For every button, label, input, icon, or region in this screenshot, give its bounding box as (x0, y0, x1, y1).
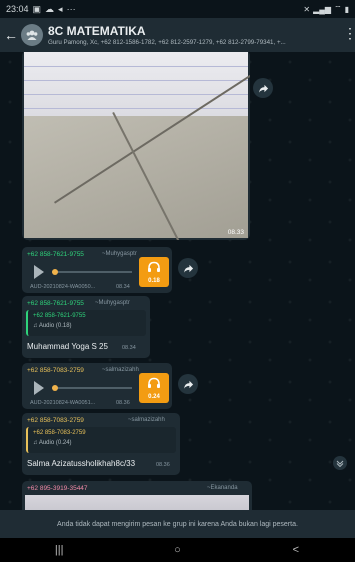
message-text: Muhammad Yoga S 25 (27, 342, 108, 351)
back-button[interactable]: < (276, 544, 316, 556)
audio-duration: 0.18 (148, 278, 160, 284)
send-icon: ◂ (58, 3, 63, 14)
sender-phone[interactable]: +62 895-3919-35447 (27, 485, 88, 492)
chat-title-box[interactable]: 8C MATEMATIKA Guru Pamong, Xc, +62 812-1… (48, 24, 338, 47)
sender-alias: ~Muhygasptr (95, 300, 130, 306)
sender-alias: ~salmazizahh (128, 417, 165, 423)
play-icon[interactable] (34, 381, 44, 395)
menu-icon[interactable]: ⋮ (343, 26, 355, 40)
chat-participants: Guru Pamong, Xc, +62 812-1586-1782, +62 … (48, 38, 286, 46)
audio-filename: AUD-20210824-WA0051... (30, 400, 96, 406)
sender-phone[interactable]: +62 858-7083-2759 (27, 417, 84, 424)
message-time: 08.34 (116, 284, 130, 290)
floor-line (112, 112, 205, 240)
sender-alias: ~salmazizahh (102, 367, 139, 373)
sender-alias: ~Muhygasptr (102, 251, 137, 257)
image-icon: ▣ (32, 3, 42, 14)
message-time: 08.36 (116, 400, 130, 406)
paper-in-photo (24, 52, 248, 116)
system-navbar: ||| ○ < (0, 538, 355, 562)
mute-icon: ✕ (303, 4, 311, 14)
sender-alias: ~Ekananda (207, 485, 238, 491)
forward-icon[interactable] (253, 78, 273, 98)
audio-message[interactable]: +62 858-7083-2759 ~salmazizahh AUD-20210… (22, 363, 172, 409)
headphones-icon: 0.24 (139, 373, 169, 403)
quoted-sender: +62 858-7621-9755 (33, 313, 86, 319)
sender-phone[interactable]: +62 858-7621-9755 (27, 251, 84, 258)
notice-text: Anda tidak dapat mengirim pesan ke grup … (57, 520, 298, 528)
forward-icon[interactable] (178, 374, 198, 394)
group-avatar-icon[interactable] (21, 24, 43, 46)
message-text: Salma Azizatussholikhah8c/33 (27, 459, 136, 468)
quoted-audio: ♫ Audio (0.18) (33, 323, 72, 329)
reply-message[interactable]: +62 858-7621-9755 ~Muhygasptr +62 858-76… (22, 296, 150, 358)
partial-message[interactable]: +62 895-3919-35447 ~Ekananda (22, 481, 252, 510)
wifi-icon: ⌔ (334, 4, 342, 13)
forward-icon[interactable] (178, 258, 198, 278)
quoted-message[interactable]: +62 858-7621-9755 ♫ Audio (0.18) (26, 310, 146, 336)
reply-message[interactable]: +62 858-7083-2759 ~salmazizahh +62 858-7… (22, 413, 180, 475)
message-time: 08.33 (227, 229, 244, 236)
message-time: 08.34 (122, 345, 136, 351)
cloud-icon: ☁ (45, 3, 55, 14)
message-time: 08.36 (156, 462, 170, 468)
footer-notice: Anda tidak dapat mengirim pesan ke grup … (0, 510, 355, 538)
photo-preview[interactable] (25, 495, 249, 510)
back-arrow-icon[interactable]: ← (3, 27, 19, 43)
quoted-text: Audio (0.18) (38, 323, 72, 329)
image-message[interactable]: 08.33 (22, 52, 250, 240)
status-bar: 23:04 ▣ ☁ ◂ ··· ✕ ▂▄▆ ⌔ ▮ (0, 0, 355, 18)
status-time: 23:04 (6, 4, 29, 14)
home-button[interactable]: ○ (157, 544, 197, 556)
audio-seek-handle[interactable] (52, 269, 58, 275)
quoted-text: Audio (0.24) (38, 440, 72, 446)
quoted-audio: ♫ Audio (0.24) (33, 440, 72, 446)
audio-duration: 0.24 (148, 394, 160, 400)
audio-seek-handle[interactable] (52, 385, 58, 391)
chat-area[interactable]: 08.33 +62 858-7621-9755 ~Muhygasptr AUD-… (0, 52, 355, 510)
sender-phone[interactable]: +62 858-7621-9755 (27, 300, 84, 307)
audio-filename: AUD-20210824-WA0050... (30, 284, 96, 290)
more-icon: ··· (66, 4, 76, 14)
quoted-message[interactable]: +62 858-7083-2759 ♫ Audio (0.24) (26, 427, 176, 453)
audio-message[interactable]: +62 858-7621-9755 ~Muhygasptr AUD-202108… (22, 247, 172, 293)
recents-button[interactable]: ||| (39, 544, 79, 556)
photo[interactable] (24, 52, 250, 240)
headphones-icon: 0.18 (139, 257, 169, 287)
quoted-sender: +62 858-7083-2759 (33, 430, 86, 436)
chat-title: 8C MATEMATIKA (48, 23, 146, 38)
audio-progress-track[interactable] (52, 271, 132, 273)
signal-icon: ▂▄▆ (313, 4, 332, 14)
battery-icon: ▮ (344, 4, 349, 14)
scroll-down-icon[interactable] (333, 456, 347, 470)
audio-progress-track[interactable] (52, 387, 132, 389)
play-icon[interactable] (34, 265, 44, 279)
chat-header: ← 8C MATEMATIKA Guru Pamong, Xc, +62 812… (0, 18, 355, 52)
sender-phone[interactable]: +62 858-7083-2759 (27, 367, 84, 374)
